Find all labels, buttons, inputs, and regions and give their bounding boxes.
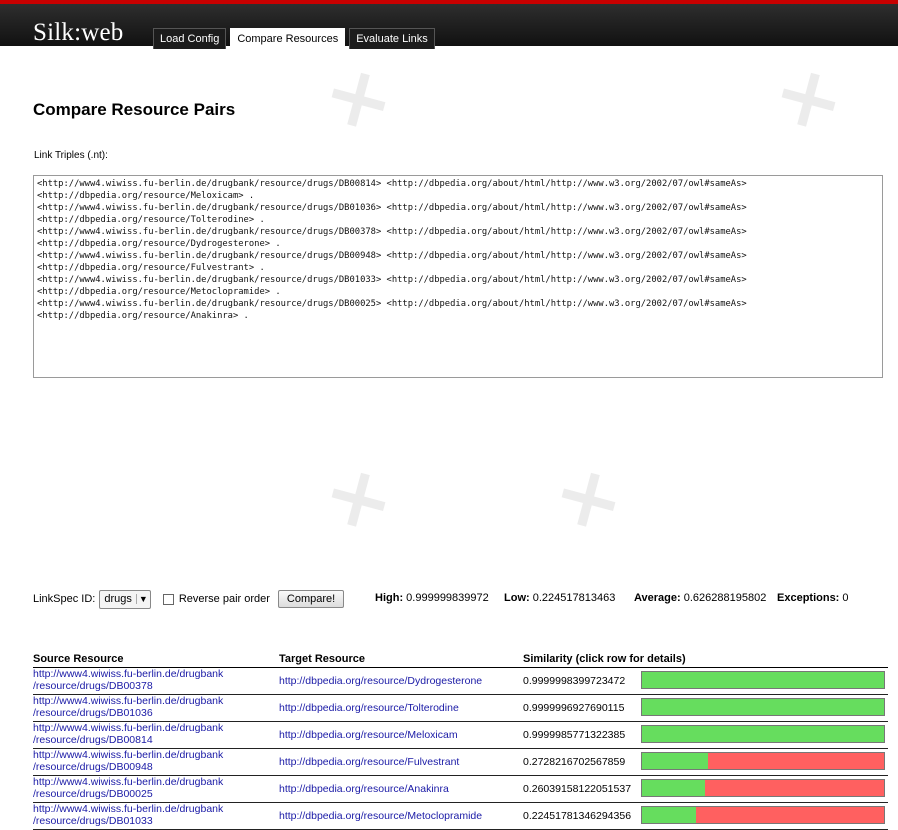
- stat-exceptions-label: Exceptions:: [777, 592, 840, 604]
- stat-low-label: Low:: [504, 592, 530, 604]
- similarity-value: 0.26039158122051537: [523, 783, 632, 795]
- source-line-2: /resource/drugs/DB01036: [33, 706, 153, 719]
- source-line-2: /resource/drugs/DB00948: [33, 760, 153, 773]
- similarity-value: 0.9999985771322385: [523, 729, 626, 741]
- stat-high-label: High:: [375, 592, 404, 604]
- stat-exceptions-value: 0: [842, 592, 849, 604]
- chevron-down-icon: ▼: [135, 594, 148, 604]
- similarity-bar: [641, 698, 885, 716]
- triples-label: Link Triples (.nt):: [34, 150, 108, 161]
- similarity-value: 0.9999996927690115: [523, 702, 625, 714]
- source-line-1: http://www4.wiwiss.fu-berlin.de/drugbank: [33, 776, 224, 788]
- source-line-1: http://www4.wiwiss.fu-berlin.de/drugbank: [33, 722, 224, 734]
- app-logo: Silk:web: [33, 19, 124, 46]
- link-triples-textarea[interactable]: <http://www4.wiwiss.fu-berlin.de/drugban…: [33, 175, 883, 378]
- stat-low: Low: 0.224517813463: [504, 592, 615, 604]
- reverse-pair-checkbox[interactable]: [162, 593, 174, 605]
- linkspec-selected-value: drugs: [104, 593, 132, 605]
- source-line-1: http://www4.wiwiss.fu-berlin.de/drugbank: [33, 803, 224, 815]
- results-table: Source Resource Target Resource Similari…: [33, 653, 888, 830]
- table-row[interactable]: http://www4.wiwiss.fu-berlin.de/drugbank…: [33, 776, 888, 803]
- source-link[interactable]: http://www4.wiwiss.fu-berlin.de/drugbank…: [33, 695, 268, 719]
- similarity-bar: [641, 725, 885, 743]
- header-similarity: Similarity (click row for details): [523, 653, 686, 665]
- stat-average-value: 0.626288195802: [683, 592, 767, 604]
- tab-evaluate-links[interactable]: Evaluate Links: [349, 28, 435, 49]
- similarity-bar: [641, 779, 885, 797]
- stat-high: High: 0.999999839972: [375, 592, 489, 604]
- similarity-bar-fill: [642, 726, 884, 742]
- similarity-bar: [641, 806, 885, 824]
- main-tabs: Load Config Compare Resources Evaluate L…: [153, 28, 439, 50]
- source-line-2: /resource/drugs/DB01033: [33, 814, 153, 827]
- link-triples-text: <http://www4.wiwiss.fu-berlin.de/drugban…: [37, 179, 747, 321]
- similarity-bar: [641, 752, 885, 770]
- stat-high-value: 0.999999839972: [406, 592, 489, 604]
- linkspec-label: LinkSpec ID:: [33, 593, 96, 605]
- header-target: Target Resource: [279, 653, 365, 665]
- page-title: Compare Resource Pairs: [33, 100, 236, 119]
- source-line-1: http://www4.wiwiss.fu-berlin.de/drugbank: [33, 668, 224, 680]
- source-link[interactable]: http://www4.wiwiss.fu-berlin.de/drugbank…: [33, 668, 268, 692]
- stat-average: Average: 0.626288195802: [634, 592, 766, 604]
- similarity-value: 0.2728216702567859: [523, 756, 626, 768]
- similarity-value: 0.22451781346294356: [523, 810, 632, 822]
- similarity-bar-fill: [642, 807, 697, 823]
- source-line-2: /resource/drugs/DB00378: [33, 679, 153, 692]
- compare-button[interactable]: Compare!: [277, 590, 345, 608]
- similarity-value: 0.9999998399723472: [523, 675, 626, 687]
- table-row[interactable]: http://www4.wiwiss.fu-berlin.de/drugbank…: [33, 722, 888, 749]
- table-row[interactable]: http://www4.wiwiss.fu-berlin.de/drugbank…: [33, 695, 888, 722]
- similarity-bar-fill: [642, 780, 705, 796]
- compare-controls: LinkSpec ID: drugs ▼ Reverse pair order …: [33, 589, 893, 609]
- stat-exceptions: Exceptions: 0: [777, 592, 849, 604]
- target-link[interactable]: http://dbpedia.org/resource/Meloxicam: [279, 729, 458, 741]
- source-link[interactable]: http://www4.wiwiss.fu-berlin.de/drugbank…: [33, 749, 268, 773]
- results-header-row: Source Resource Target Resource Similari…: [33, 653, 888, 668]
- target-link[interactable]: http://dbpedia.org/resource/Fulvestrant: [279, 756, 459, 768]
- background-watermark: ✕: [314, 452, 405, 550]
- similarity-bar-fill: [642, 672, 884, 688]
- table-row[interactable]: http://www4.wiwiss.fu-berlin.de/drugbank…: [33, 803, 888, 830]
- table-row[interactable]: http://www4.wiwiss.fu-berlin.de/drugbank…: [33, 749, 888, 776]
- similarity-bar-fill: [642, 699, 884, 715]
- target-link[interactable]: http://dbpedia.org/resource/Metocloprami…: [279, 810, 482, 822]
- similarity-bar: [641, 671, 885, 689]
- tab-compare-resources[interactable]: Compare Resources: [230, 28, 346, 49]
- source-line-2: /resource/drugs/DB00814: [33, 733, 153, 746]
- stat-low-value: 0.224517813463: [532, 592, 616, 604]
- stat-average-label: Average:: [634, 592, 681, 604]
- source-link[interactable]: http://www4.wiwiss.fu-berlin.de/drugbank…: [33, 776, 268, 800]
- target-link[interactable]: http://dbpedia.org/resource/Tolterodine: [279, 702, 459, 714]
- source-link[interactable]: http://www4.wiwiss.fu-berlin.de/drugbank…: [33, 803, 268, 827]
- similarity-bar-fill: [642, 753, 709, 769]
- background-watermark: ✕: [544, 452, 635, 550]
- tab-load-config[interactable]: Load Config: [153, 28, 227, 49]
- target-link[interactable]: http://dbpedia.org/resource/Dydrogestero…: [279, 675, 482, 687]
- source-link[interactable]: http://www4.wiwiss.fu-berlin.de/drugbank…: [33, 722, 268, 746]
- table-row[interactable]: http://www4.wiwiss.fu-berlin.de/drugbank…: [33, 668, 888, 695]
- source-line-1: http://www4.wiwiss.fu-berlin.de/drugbank: [33, 749, 224, 761]
- source-line-2: /resource/drugs/DB00025: [33, 787, 153, 800]
- linkspec-select[interactable]: drugs ▼: [99, 589, 151, 609]
- target-link[interactable]: http://dbpedia.org/resource/Anakinra: [279, 783, 449, 795]
- header-source: Source Resource: [33, 653, 124, 665]
- source-line-1: http://www4.wiwiss.fu-berlin.de/drugbank: [33, 695, 224, 707]
- reverse-pair-label: Reverse pair order: [178, 593, 270, 605]
- app-header: Silk:web Load Config Compare Resources E…: [0, 4, 898, 49]
